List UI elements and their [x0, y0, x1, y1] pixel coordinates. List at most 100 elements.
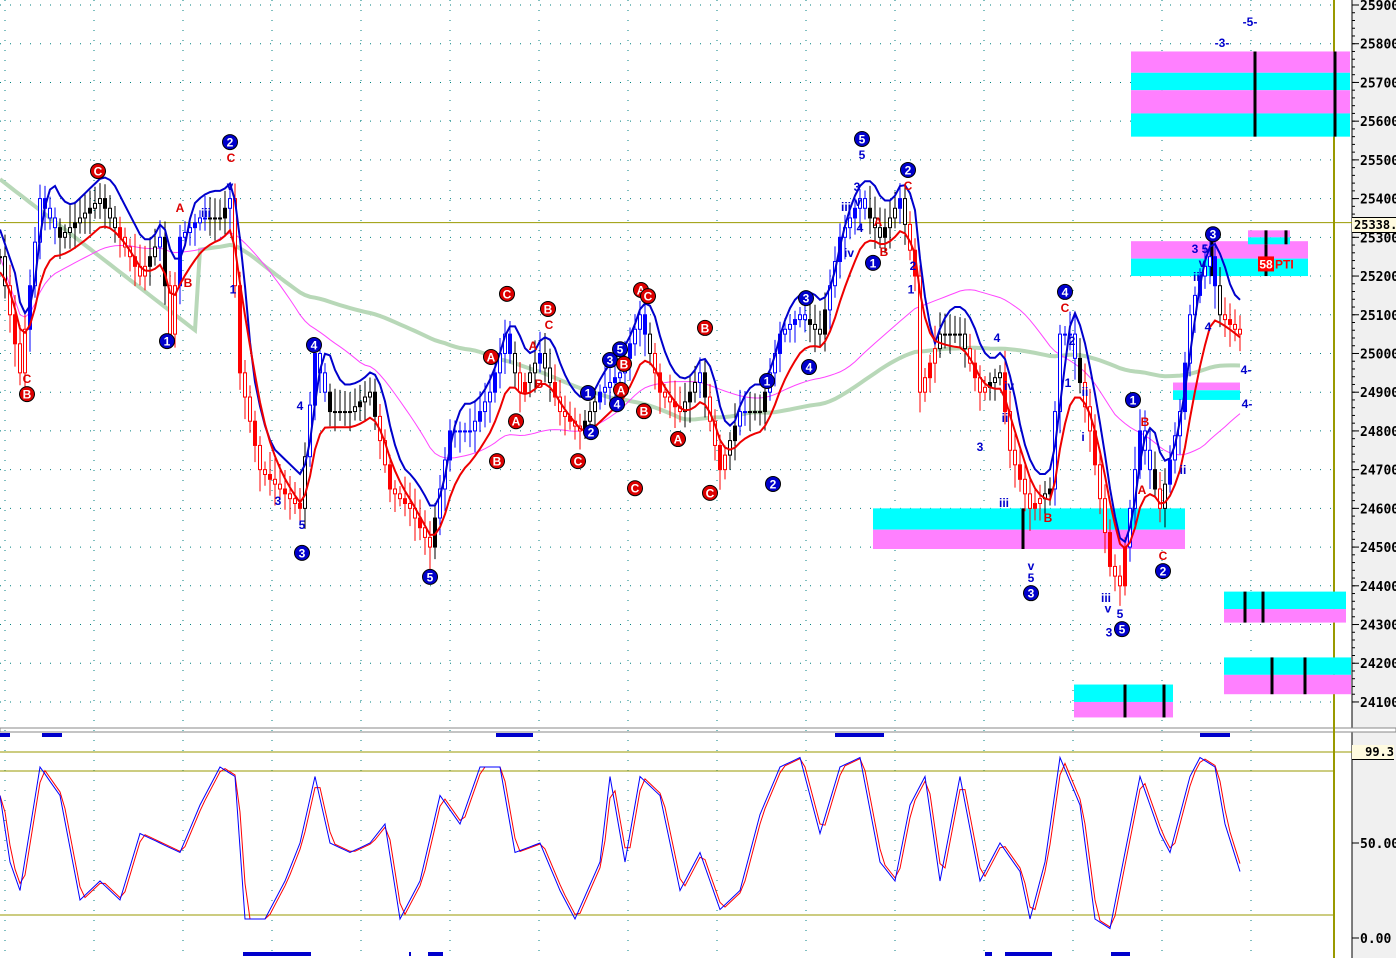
y-tick-label: 25900 — [1360, 0, 1396, 14]
candle-body — [788, 323, 792, 330]
projection-zone-band — [1131, 51, 1350, 73]
candle-body — [348, 411, 352, 414]
candle-body — [1063, 333, 1067, 336]
wave-label: 4 — [857, 221, 864, 235]
candle-body — [1228, 319, 1232, 325]
projection-zone-band — [1224, 657, 1351, 675]
wave-count-label: 3 — [299, 546, 306, 560]
wave-count-label: 4 — [311, 338, 318, 352]
candle-body — [703, 372, 707, 398]
wave-count-label: B — [620, 357, 629, 371]
wave-label: iii — [999, 496, 1009, 510]
wave-label: 2 — [910, 259, 917, 273]
candle-body — [1108, 532, 1112, 567]
candle-body — [398, 493, 402, 500]
wave-label: 5 — [1028, 571, 1035, 585]
wave-label: A — [874, 215, 883, 229]
candle-body — [1158, 488, 1162, 509]
time-highlight — [0, 733, 10, 737]
wave-count-label: 1 — [1130, 393, 1137, 407]
candle-body — [98, 198, 102, 204]
candle-body — [88, 207, 92, 214]
y-tick-label: 24400 — [1360, 580, 1396, 595]
candle-body — [78, 217, 82, 224]
wave-count-label: 2 — [770, 477, 777, 491]
candle-body — [243, 372, 247, 398]
candle-body — [1038, 498, 1042, 505]
candle-body — [1163, 483, 1167, 509]
candle-body — [373, 391, 377, 417]
candle-body — [228, 198, 232, 209]
wave-count-label: 4 — [1062, 285, 1069, 299]
candle-body — [633, 328, 637, 345]
y-tick-label: 24900 — [1360, 386, 1396, 401]
wave-label: C — [1159, 549, 1168, 563]
wave-count-label: 3 — [1028, 587, 1035, 601]
candle-body — [618, 372, 622, 379]
candle-body — [18, 343, 22, 374]
candle-body — [848, 217, 852, 229]
candle-body — [63, 231, 67, 238]
wave-count-label: A — [617, 383, 626, 397]
candle-body — [803, 314, 807, 321]
wave-count-label: 3 — [803, 292, 810, 306]
projection-zone-band — [1224, 591, 1346, 610]
candle-body — [403, 498, 407, 505]
candle-body — [83, 212, 87, 219]
candle-body — [603, 386, 607, 393]
candle-body — [863, 198, 867, 209]
candle-body — [368, 391, 372, 398]
panel-divider — [0, 727, 1396, 733]
wave-label: B — [880, 245, 889, 259]
projection-zone-band — [1131, 90, 1350, 114]
chart-canvas[interactable]: 21 435135421342512435123CBCBAAB CACBABCABC… — [0, 0, 1396, 958]
pti-label: PTI — [1275, 257, 1294, 271]
candle-body — [943, 333, 947, 336]
candle-body — [1218, 285, 1222, 316]
candle-body — [798, 314, 802, 321]
candle-body — [293, 498, 297, 505]
wave-label: v — [1105, 601, 1112, 615]
wave-label: C — [227, 151, 236, 165]
candle-body — [608, 382, 612, 388]
trading-chart: 21435135421342512435123CBCBAABCACBABCABC… — [0, 0, 1396, 958]
candle-body — [533, 362, 537, 374]
time-highlight — [1005, 952, 1052, 956]
wave-label: 5 — [859, 148, 866, 162]
osc-tick-label: 50.00 — [1360, 837, 1396, 852]
candle-body — [818, 328, 822, 335]
candle-body — [883, 227, 887, 238]
candle-body — [1238, 328, 1242, 335]
wave-label: 1 — [908, 283, 915, 297]
candle-body — [508, 333, 512, 354]
candle-body — [103, 198, 107, 209]
wave-count-label: C — [503, 287, 512, 301]
candle-body — [473, 420, 477, 432]
y-tick-label: 24500 — [1360, 541, 1396, 556]
candle-body — [898, 198, 902, 209]
candle-body — [363, 396, 367, 403]
candle-body — [493, 372, 497, 393]
time-highlight — [835, 733, 884, 737]
wave-label: ii — [1002, 411, 1009, 425]
y-tick-label: 25800 — [1360, 38, 1396, 53]
wave-label: iii — [1193, 270, 1203, 284]
wave-count-label: B — [640, 405, 649, 419]
candle-body — [1213, 256, 1217, 287]
wave-count-label: 1 — [164, 335, 171, 349]
candle-body — [783, 328, 787, 335]
candle-body — [393, 488, 397, 495]
candle-body — [648, 333, 652, 354]
candle-body — [543, 352, 547, 369]
candle-body — [343, 411, 347, 414]
wave-count-label: B — [701, 321, 710, 335]
wave-label: v — [1199, 256, 1206, 270]
candle-body — [518, 372, 522, 393]
time-highlight — [409, 952, 411, 956]
candle-body — [333, 411, 337, 414]
projection-zone-band — [1224, 609, 1346, 623]
wave-label: 3 — [977, 440, 984, 454]
candle-body — [628, 343, 632, 359]
wave-count-label: 5 — [1119, 623, 1126, 637]
candle-body — [408, 503, 412, 509]
